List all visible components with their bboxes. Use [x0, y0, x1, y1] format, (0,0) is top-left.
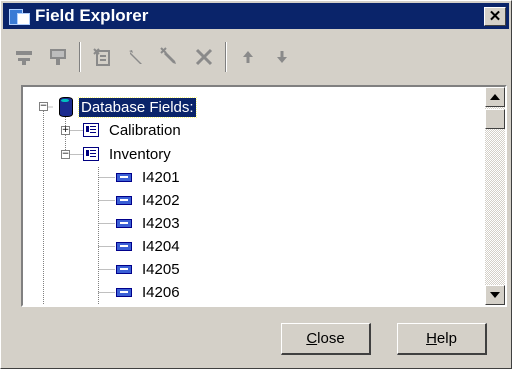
calibration-expand-toggle[interactable]: +	[61, 126, 70, 135]
filter-edit-icon	[50, 49, 66, 65]
tree-node-label: I4205	[142, 260, 180, 278]
tree-node-label: Inventory	[109, 145, 171, 163]
close-button-label: lose	[317, 330, 345, 347]
delete-button[interactable]	[189, 42, 219, 72]
edit-pencil-icon	[129, 50, 142, 64]
help-button[interactable]: Help	[397, 323, 487, 355]
close-window-button[interactable]: ✕	[484, 7, 506, 26]
close-button[interactable]: Close	[281, 323, 371, 355]
filter-icon	[16, 51, 32, 65]
field-explorer-app-icon	[9, 6, 30, 26]
move-up-button[interactable]	[233, 42, 263, 72]
field-tree[interactable]: − Database Fields: + Calibration − Inven…	[21, 85, 507, 307]
close-icon: ✕	[488, 8, 502, 25]
tree-node-label: I4202	[142, 191, 180, 209]
field-icon	[116, 218, 132, 228]
inventory-collapse-toggle[interactable]: −	[61, 150, 70, 159]
title-bar[interactable]: Field Explorer ✕	[3, 3, 509, 29]
toolbar-separator	[79, 42, 81, 72]
field-icon	[116, 195, 132, 205]
new-item-button[interactable]	[87, 42, 117, 72]
tree-node-field[interactable]: I4205	[116, 258, 182, 280]
help-button-label: elp	[436, 330, 457, 347]
tree-node-label: I4206	[142, 283, 180, 301]
tree-node-label: Calibration	[109, 121, 181, 139]
filter-edit-button[interactable]	[43, 42, 73, 72]
field-icon	[116, 172, 132, 182]
tree-node-label: I4203	[142, 214, 180, 232]
tree-node-field[interactable]: I4201	[116, 166, 182, 188]
arrow-down-icon	[490, 292, 500, 298]
scroll-down-button[interactable]	[485, 285, 505, 305]
tree-node-field[interactable]: I4206	[116, 281, 182, 303]
move-down-button[interactable]	[267, 42, 297, 72]
field-icon	[116, 264, 132, 274]
window-title: Field Explorer	[35, 6, 149, 25]
field-icon	[116, 241, 132, 251]
field-group-icon	[83, 123, 99, 137]
toolbar-separator	[225, 42, 227, 72]
close-button-mnemonic: C	[306, 330, 318, 347]
tree-node-inventory[interactable]: Inventory	[83, 143, 173, 165]
toolbar	[9, 37, 505, 77]
rename-button[interactable]	[155, 42, 185, 72]
help-button-mnemonic: H	[426, 330, 437, 347]
vertical-scrollbar[interactable]	[485, 87, 505, 305]
tree-node-label: I4201	[142, 168, 180, 186]
arrow-up-icon	[490, 94, 500, 100]
field-icon	[116, 287, 132, 297]
tree-node-database-fields[interactable]: Database Fields:	[59, 96, 197, 118]
field-explorer-window: Field Explorer ✕ − Database Fields: + Ca…	[0, 0, 512, 369]
root-collapse-toggle[interactable]: −	[39, 102, 48, 111]
field-group-icon	[83, 147, 99, 161]
tree-node-field[interactable]: I4203	[116, 212, 182, 234]
database-icon	[59, 97, 73, 117]
tree-node-calibration[interactable]: Calibration	[83, 119, 183, 141]
scrollbar-thumb[interactable]	[485, 109, 505, 129]
scroll-up-button[interactable]	[485, 87, 505, 107]
rename-icon	[160, 47, 176, 64]
move-up-icon	[243, 51, 253, 63]
move-down-icon	[277, 51, 287, 63]
tree-node-label: Database Fields:	[78, 96, 197, 118]
delete-icon	[195, 48, 213, 66]
new-item-icon	[93, 48, 110, 66]
tree-node-label: I4204	[142, 237, 180, 255]
edit-button[interactable]	[121, 42, 151, 72]
tree-node-field[interactable]: I4204	[116, 235, 182, 257]
filter-button[interactable]	[9, 42, 39, 72]
tree-node-field[interactable]: I4202	[116, 189, 182, 211]
